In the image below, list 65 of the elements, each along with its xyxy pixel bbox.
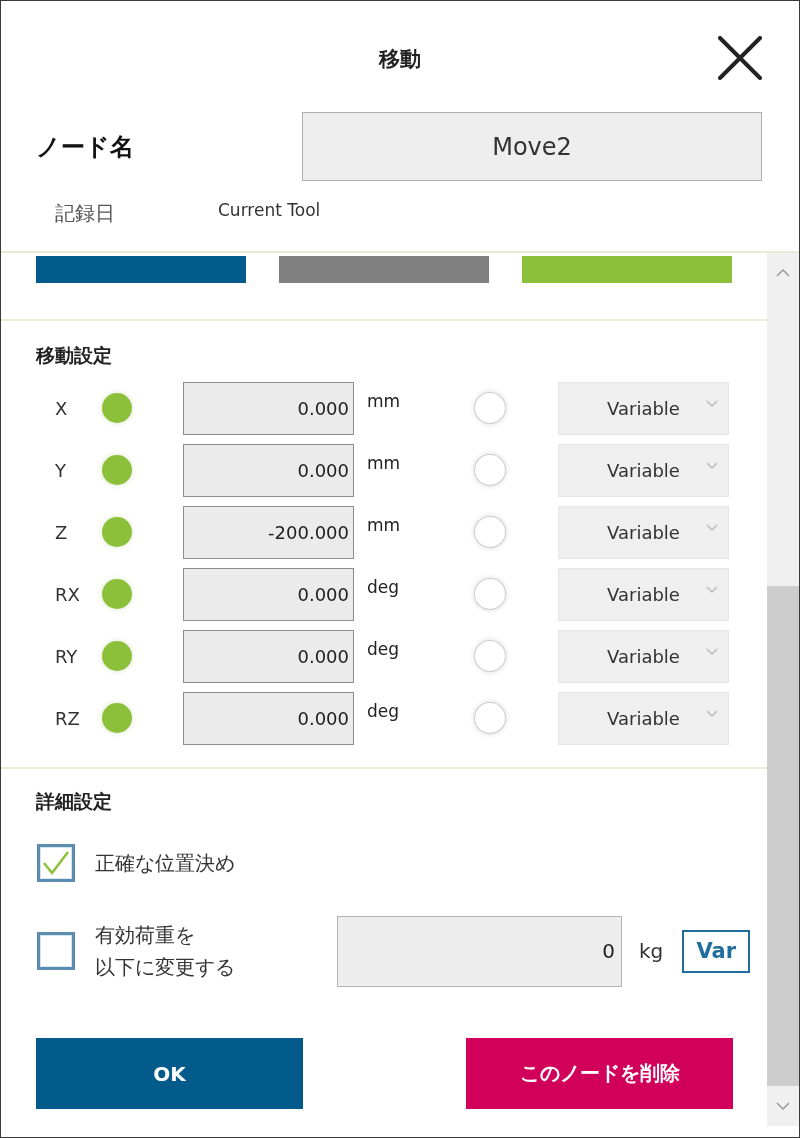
value-field[interactable]: 0.000 xyxy=(183,691,354,745)
chevron-down-icon xyxy=(706,647,718,656)
radio-button[interactable] xyxy=(102,517,132,547)
unit-label: mm xyxy=(367,515,401,535)
close-icon xyxy=(718,36,762,80)
unit-label: deg xyxy=(367,577,400,597)
node-name-label: ノード名 xyxy=(36,131,134,163)
unit-label: deg xyxy=(367,639,400,659)
radio-button[interactable] xyxy=(102,703,132,733)
radio-button[interactable] xyxy=(102,455,132,485)
checkbox-label: 以下に変更する xyxy=(95,954,235,981)
axis-label: X xyxy=(55,397,68,419)
radio-button[interactable] xyxy=(475,393,505,423)
value-field[interactable]: -200.000 xyxy=(183,505,354,559)
chevron-down-icon xyxy=(706,461,718,470)
node-name-field[interactable]: Move2 xyxy=(302,112,762,181)
chevron-down-icon xyxy=(706,585,718,594)
axis-label: RX xyxy=(55,583,80,605)
scrollbar-thumb[interactable] xyxy=(767,586,799,1086)
section-title: 詳細設定 xyxy=(36,789,112,814)
payload-field[interactable]: 0 xyxy=(337,915,622,987)
value-field[interactable]: 0.000 xyxy=(183,443,354,497)
record-date-label: 記録日 xyxy=(55,199,115,227)
close-button[interactable] xyxy=(717,35,763,81)
axis-label: RY xyxy=(55,645,78,667)
radio-button[interactable] xyxy=(102,641,132,671)
chevron-down-icon xyxy=(706,399,718,408)
scroll-up-icon[interactable] xyxy=(776,269,790,277)
record-value: Current Tool xyxy=(218,200,321,220)
variable-dropdown[interactable]: Variable xyxy=(558,691,729,745)
radio-button[interactable] xyxy=(102,579,132,609)
value-field[interactable]: 0.000 xyxy=(183,381,354,435)
axis-label: RZ xyxy=(55,707,80,729)
scroll-down-icon[interactable] xyxy=(776,1102,790,1110)
radio-button[interactable] xyxy=(102,393,132,423)
section-title: 移動設定 xyxy=(36,343,112,368)
unit-label: kg xyxy=(639,939,664,963)
radio-button[interactable] xyxy=(475,579,505,609)
unit-label: deg xyxy=(367,701,400,721)
radio-button[interactable] xyxy=(475,703,505,733)
value-field[interactable]: 0.000 xyxy=(183,567,354,621)
axis-label: Z xyxy=(55,521,68,543)
check-icon xyxy=(42,850,70,876)
variable-dropdown[interactable]: Variable xyxy=(558,381,729,435)
ok-button[interactable]: OK xyxy=(36,1038,303,1109)
chevron-down-icon xyxy=(706,523,718,532)
checkbox-label: 有効荷重を xyxy=(95,922,195,949)
checkbox-label: 正確な位置決め xyxy=(95,850,235,877)
unit-label: mm xyxy=(367,453,401,473)
radio-button[interactable] xyxy=(475,517,505,547)
variable-dropdown[interactable]: Variable xyxy=(558,505,729,559)
dialog-title: 移動 xyxy=(379,46,421,73)
checkbox[interactable] xyxy=(37,844,75,882)
chevron-down-icon xyxy=(706,709,718,718)
radio-button[interactable] xyxy=(475,455,505,485)
unit-label: mm xyxy=(367,391,401,411)
radio-button[interactable] xyxy=(475,641,505,671)
delete-button[interactable]: このノードを削除 xyxy=(466,1038,733,1109)
checkbox[interactable] xyxy=(37,932,75,970)
value-field[interactable]: 0.000 xyxy=(183,629,354,683)
variable-dropdown[interactable]: Variable xyxy=(558,567,729,621)
axis-label: Y xyxy=(55,459,66,481)
variable-dropdown[interactable]: Variable xyxy=(558,443,729,497)
variable-dropdown[interactable]: Variable xyxy=(558,629,729,683)
var-button[interactable]: Var xyxy=(682,929,751,973)
